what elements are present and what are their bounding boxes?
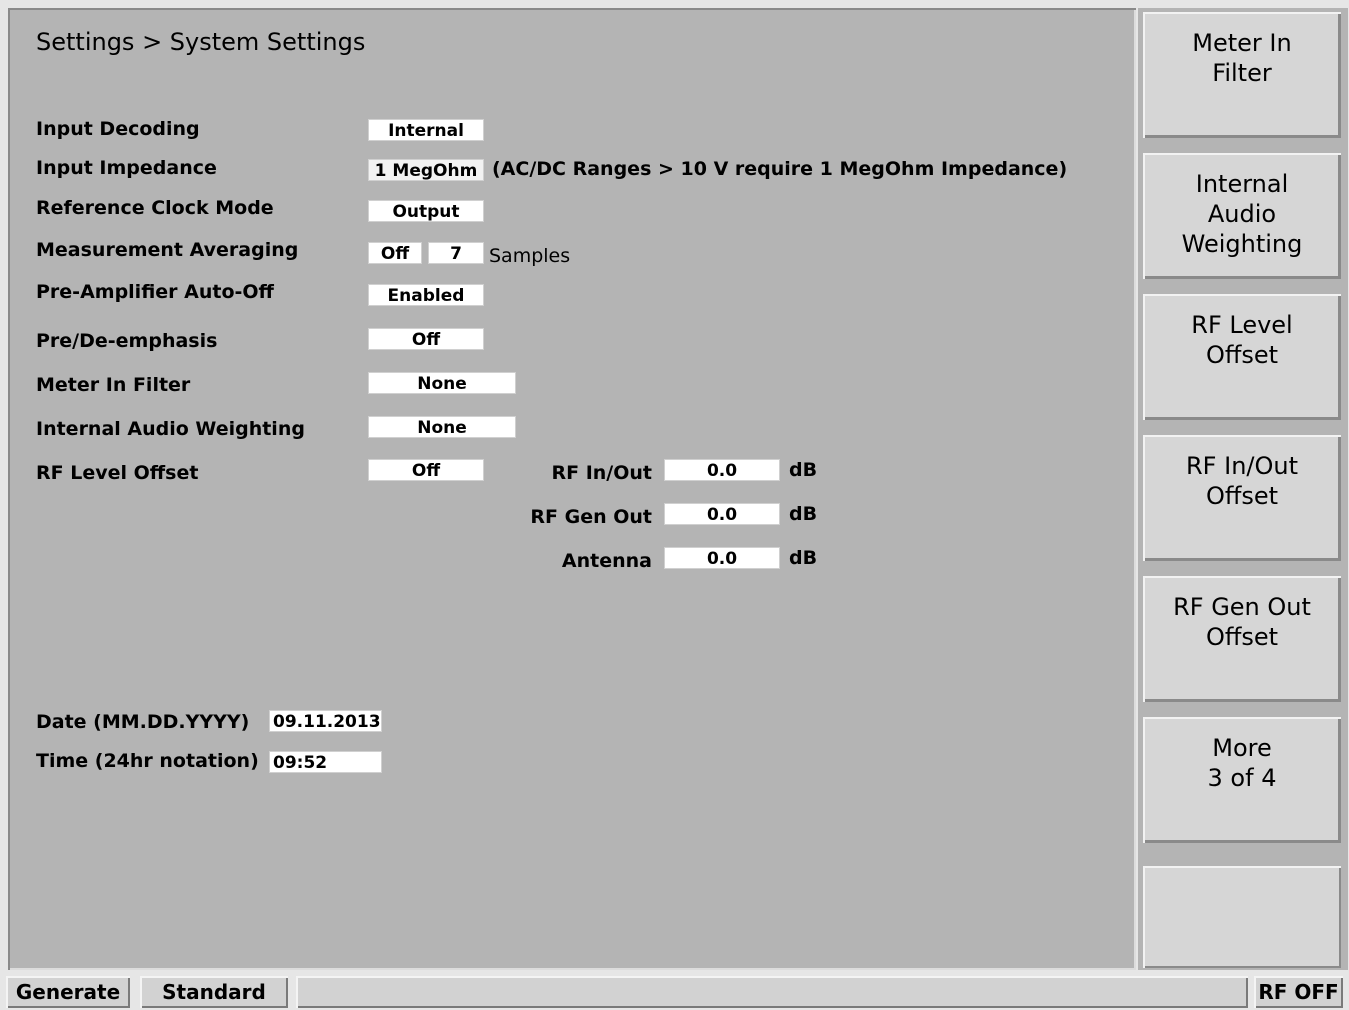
reference-clock-mode-label: Reference Clock Mode xyxy=(36,197,274,219)
softkey-label: Audio xyxy=(1207,200,1277,228)
rf-level-offset-field[interactable]: Off xyxy=(368,459,484,481)
softkey-label: RF Gen Out xyxy=(1173,593,1311,621)
rf-gen-out-offset-field[interactable]: 0.0 xyxy=(664,503,780,525)
softkey-label: Filter xyxy=(1212,59,1272,87)
standard-status[interactable]: Standard xyxy=(140,976,288,1008)
rf-gen-out-unit: dB xyxy=(789,503,818,525)
input-decoding-label: Input Decoding xyxy=(36,118,200,140)
meter-in-filter-label: Meter In Filter xyxy=(36,374,191,396)
softkey-label: 3 of 4 xyxy=(1207,764,1277,792)
page-title: Settings > System Settings xyxy=(36,28,366,56)
rf-in-out-unit: dB xyxy=(789,459,818,481)
preamp-auto-off-label: Pre-Amplifier Auto-Off xyxy=(36,281,274,303)
preamp-auto-off-field[interactable]: Enabled xyxy=(368,284,484,306)
input-decoding-field[interactable]: Internal xyxy=(368,119,484,141)
internal-audio-weighting-softkey[interactable]: Internal Audio Weighting xyxy=(1143,153,1341,279)
meter-in-filter-softkey[interactable]: Meter In Filter xyxy=(1143,12,1341,138)
blank-softkey xyxy=(1143,866,1341,968)
pre-de-emphasis-label: Pre/De-emphasis xyxy=(36,330,218,352)
antenna-label: Antenna xyxy=(561,550,652,572)
softkey-label: Internal xyxy=(1195,170,1289,198)
internal-audio-weighting-field[interactable]: None xyxy=(368,416,516,438)
status-bar: Generate Standard RF OFF xyxy=(0,972,1349,1010)
reference-clock-mode-field[interactable]: Output xyxy=(368,200,484,222)
time-field[interactable]: 09:52 xyxy=(269,751,382,773)
rf-gen-out-label: RF Gen Out xyxy=(530,506,652,528)
date-label: Date (MM.DD.YYYY) xyxy=(36,711,250,733)
samples-label: Samples xyxy=(489,245,571,267)
input-impedance-label: Input Impedance xyxy=(36,157,217,179)
softkey-label: Offset xyxy=(1205,623,1279,651)
rf-level-offset-softkey[interactable]: RF Level Offset xyxy=(1143,294,1341,420)
rf-in-out-offset-field[interactable]: 0.0 xyxy=(664,459,780,481)
softkey-label: Offset xyxy=(1205,482,1279,510)
softkey-label: Meter In xyxy=(1192,29,1292,57)
mode-status[interactable]: Generate xyxy=(6,976,130,1008)
antenna-offset-field[interactable]: 0.0 xyxy=(664,547,780,569)
softkey-panel: Meter In Filter Internal Audio Weighting… xyxy=(1138,8,1348,970)
settings-panel: Settings > System Settings Input Decodin… xyxy=(8,8,1136,970)
rf-in-out-label: RF In/Out xyxy=(551,462,652,484)
softkey-label: Weighting xyxy=(1181,230,1303,258)
input-impedance-field[interactable]: 1 MegOhm xyxy=(368,159,484,181)
softkey-label: More xyxy=(1212,734,1272,762)
rf-state-status: RF OFF xyxy=(1254,976,1343,1008)
measurement-averaging-field[interactable]: Off xyxy=(368,242,422,264)
rf-level-offset-label: RF Level Offset xyxy=(36,462,199,484)
date-field[interactable]: 09.11.2013 xyxy=(269,710,382,732)
softkey-label: Offset xyxy=(1205,341,1279,369)
softkey-label: RF In/Out xyxy=(1186,452,1298,480)
more-softkey[interactable]: More 3 of 4 xyxy=(1143,717,1341,843)
pre-de-emphasis-field[interactable]: Off xyxy=(368,328,484,350)
time-label: Time (24hr notation) xyxy=(36,750,259,772)
message-area xyxy=(296,976,1248,1008)
internal-audio-weighting-label: Internal Audio Weighting xyxy=(36,418,305,440)
measurement-averaging-label: Measurement Averaging xyxy=(36,239,299,261)
averaging-samples-field[interactable]: 7 xyxy=(428,242,484,264)
meter-in-filter-field[interactable]: None xyxy=(368,372,516,394)
antenna-unit: dB xyxy=(789,547,818,569)
impedance-note: (AC/DC Ranges > 10 V require 1 MegOhm Im… xyxy=(492,158,1068,180)
rf-in-out-offset-softkey[interactable]: RF In/Out Offset xyxy=(1143,435,1341,561)
softkey-label: RF Level xyxy=(1191,311,1293,339)
rf-gen-out-offset-softkey[interactable]: RF Gen Out Offset xyxy=(1143,576,1341,702)
